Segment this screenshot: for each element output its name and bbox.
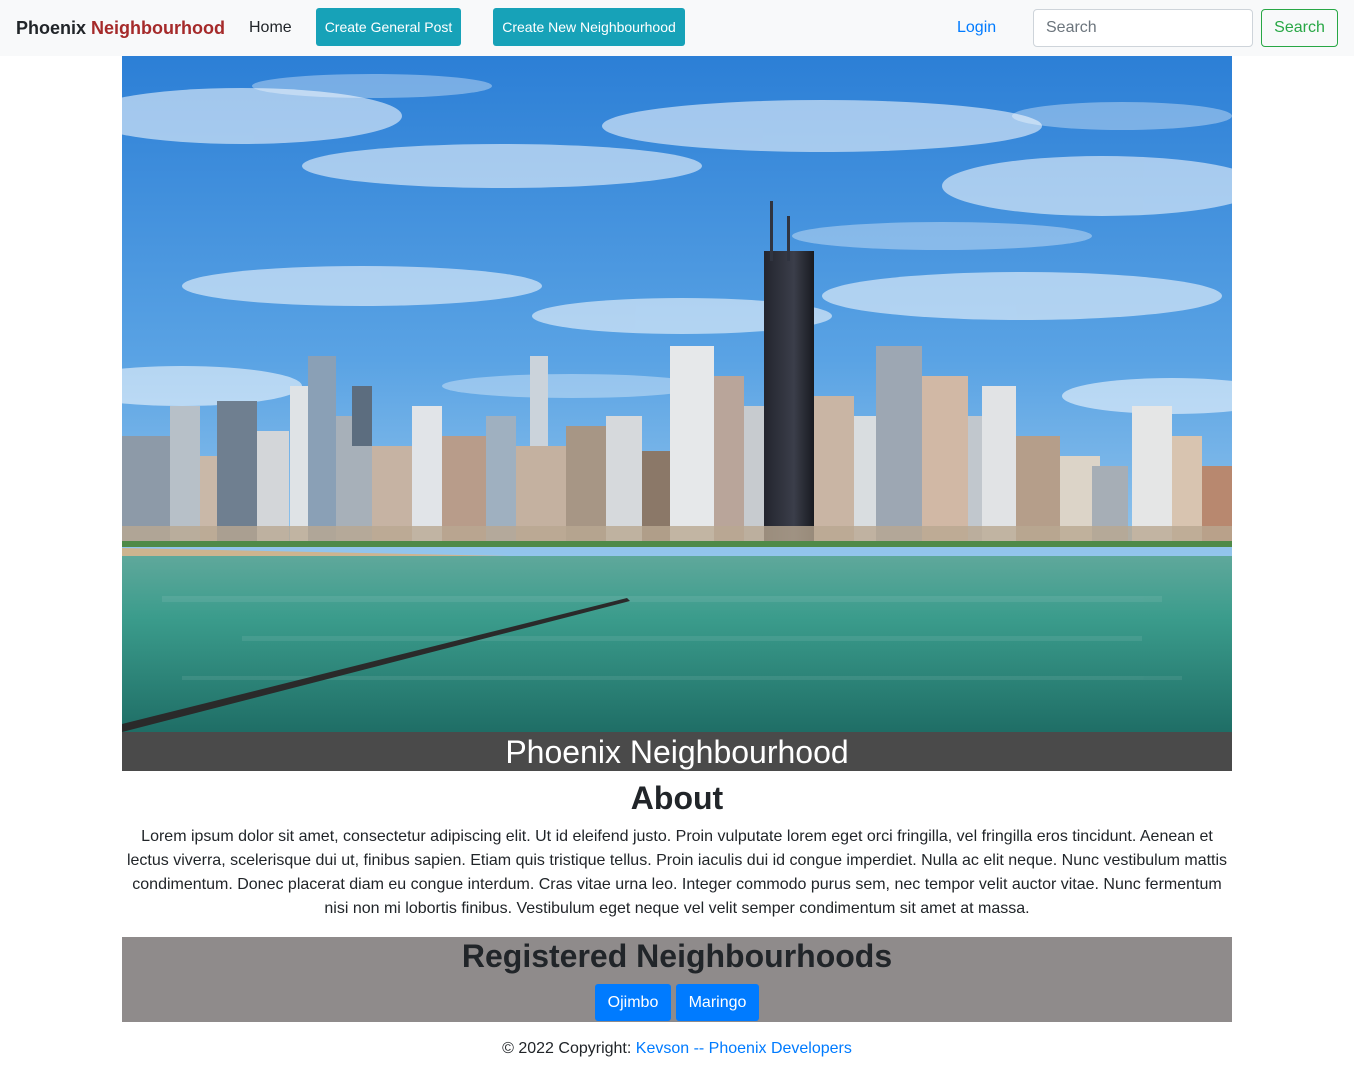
hero-image bbox=[122, 56, 1232, 732]
footer-developers-link[interactable]: Kevson -- Phoenix Developers bbox=[636, 1040, 852, 1057]
search-input[interactable] bbox=[1033, 9, 1253, 47]
hero-caption-title: Phoenix Neighbourhood bbox=[505, 734, 849, 770]
footer: © 2022 Copyright: Kevson -- Phoenix Deve… bbox=[0, 1039, 1354, 1059]
city-skyline-photo bbox=[122, 56, 1232, 732]
create-new-neighbourhood-button[interactable]: Create New Neighbourhood bbox=[493, 8, 685, 46]
brand-text-neighbourhood: Neighbourhood bbox=[91, 18, 226, 38]
search-button[interactable]: Search bbox=[1261, 9, 1338, 47]
about-text: Lorem ipsum dolor sit amet, consectetur … bbox=[126, 828, 1228, 917]
neighbourhood-button-maringo[interactable]: Maringo bbox=[676, 984, 759, 1021]
registered-neighbourhoods-section: Registered Neighbourhoods Ojimbo Maringo bbox=[122, 937, 1232, 1022]
brand-text-phoenix: Phoenix bbox=[16, 18, 87, 38]
hero-caption-band: Phoenix Neighbourhood bbox=[122, 732, 1232, 771]
navbar: Phoenix Neighbourhood Home Create Genera… bbox=[0, 0, 1354, 56]
nav-login-link[interactable]: Login bbox=[957, 18, 996, 38]
footer-copyright-text: © 2022 Copyright: bbox=[502, 1040, 632, 1057]
neighbourhood-button-ojimbo[interactable]: Ojimbo bbox=[595, 984, 671, 1021]
registered-neighbourhoods-heading: Registered Neighbourhoods bbox=[461, 938, 893, 974]
about-heading: About bbox=[630, 780, 724, 816]
nav-home-link[interactable]: Home bbox=[249, 18, 292, 38]
brand-logo[interactable]: Phoenix Neighbourhood bbox=[16, 17, 225, 39]
create-general-post-button[interactable]: Create General Post bbox=[316, 8, 461, 46]
